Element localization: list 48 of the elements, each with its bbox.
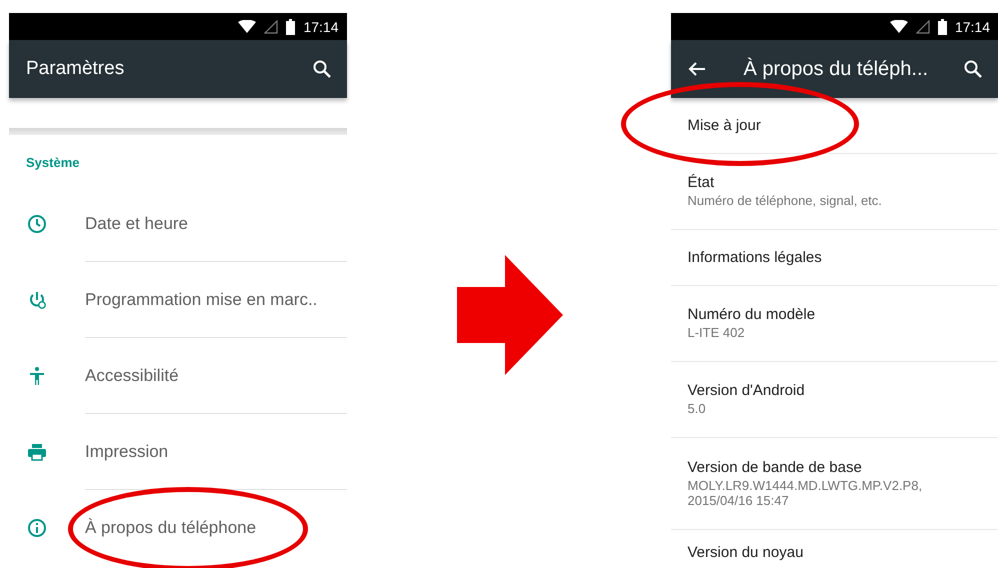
battery-icon — [286, 18, 296, 34]
signal-icon — [264, 20, 278, 34]
about-item-title: Numéro du modèle — [688, 306, 816, 324]
settings-item-label: Date et heure — [85, 214, 188, 234]
about-item-title: Version d'Android — [688, 382, 806, 400]
about-item-title: Mise à jour — [688, 117, 762, 134]
about-item-title: Version de bande de base — [688, 458, 863, 476]
about-item[interactable]: Numéro du modèle L-ITE 402 — [670, 286, 998, 362]
about-item-summary: MOLY.LR9.W1444.MD.LWTG.MP.V2.P8, 2015/04/16 15:47 — [688, 478, 924, 508]
battery-icon — [938, 18, 947, 34]
about-item-title: Version du noyau — [688, 544, 804, 561]
clock-icon — [27, 214, 47, 234]
about-item[interactable]: Informations légales — [670, 230, 998, 286]
app-bar-title: Paramètres — [26, 58, 126, 80]
power-clock-icon — [27, 290, 47, 310]
settings-item-label: Impression — [85, 442, 168, 462]
signal-icon — [916, 20, 930, 34]
app-bar-title: À propos du téléph... — [744, 58, 930, 80]
arrow-icon — [456, 255, 562, 375]
wifi-icon — [890, 20, 908, 34]
about-item[interactable]: Mise à jour — [670, 98, 998, 154]
about-item[interactable]: État Numéro de téléphone, signal, etc. — [670, 154, 998, 230]
accessibility-icon — [27, 366, 47, 386]
about-item[interactable]: Version du noyau — [670, 530, 998, 568]
search-icon[interactable] — [312, 60, 330, 78]
info-icon — [27, 518, 47, 538]
settings-item[interactable]: Programmation mise en marc.. — [9, 262, 346, 338]
printer-icon — [27, 442, 47, 462]
status-time: 17:14 — [954, 18, 990, 34]
about-item-summary: L-ITE 402 — [688, 326, 746, 341]
about-item[interactable]: Version de bande de base MOLY.LR9.W1444.MD.LWTG.MP.V2.P8, 2015/04/16 15:47 — [670, 438, 998, 530]
settings-item[interactable]: Date et heure — [9, 186, 346, 262]
back-arrow-icon[interactable] — [688, 61, 706, 77]
search-icon[interactable] — [964, 60, 982, 78]
section-header: Système — [25, 154, 80, 172]
settings-item[interactable]: Impression — [9, 414, 346, 490]
settings-item-label: À propos du téléphone — [85, 518, 256, 538]
settings-item-label: Accessibilité — [85, 366, 179, 386]
status-time: 17:14 — [303, 18, 338, 34]
wifi-icon — [238, 20, 256, 34]
about-item-summary: Numéro de téléphone, signal, etc. — [688, 194, 883, 209]
about-item-title: Informations légales — [688, 249, 823, 266]
about-item-title: État — [688, 174, 716, 192]
settings-item[interactable]: À propos du téléphone — [9, 490, 346, 566]
settings-item-label: Programmation mise en marc.. — [85, 290, 318, 310]
settings-item[interactable]: Accessibilité — [9, 338, 346, 414]
about-item-summary: 5.0 — [688, 402, 707, 417]
about-item[interactable]: Version d'Android 5.0 — [670, 362, 998, 438]
